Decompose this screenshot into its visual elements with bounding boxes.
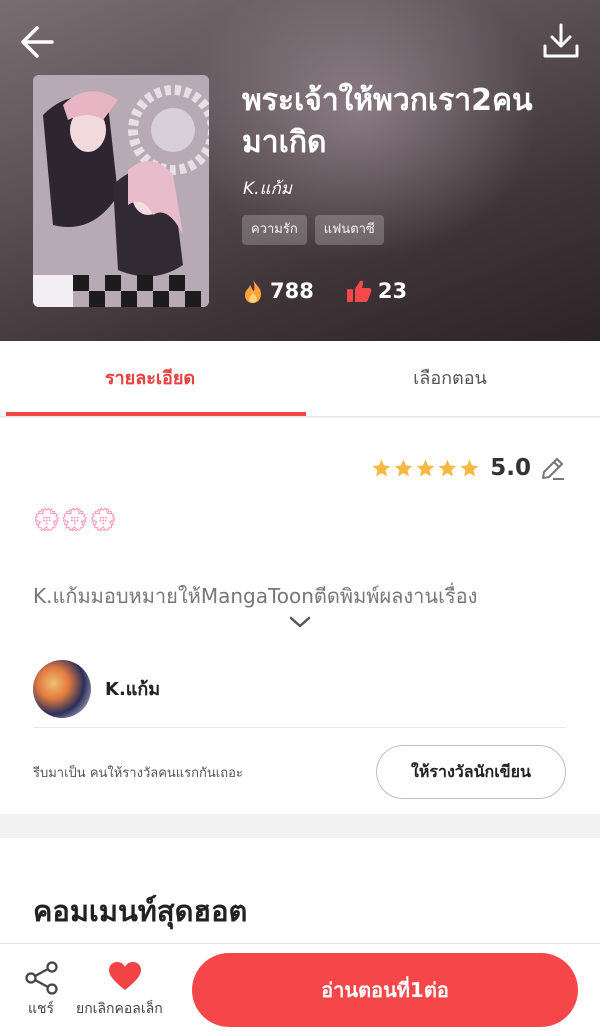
- fire-icon: [245, 279, 261, 303]
- continue-reading-button[interactable]: อ่านตอนที่1ต่อ: [192, 953, 578, 1027]
- rating: 5.0: [371, 454, 567, 482]
- download-button[interactable]: [540, 20, 582, 62]
- book-author[interactable]: K.แก้ม: [243, 175, 292, 202]
- author-row[interactable]: K.แก้ม: [33, 650, 566, 728]
- hot-comments-title: คอมเมนท์สุดฮอต: [33, 894, 248, 928]
- heart-icon: [109, 962, 141, 990]
- author-name[interactable]: K.แก้ม: [105, 674, 160, 703]
- share-label[interactable]: แชร์: [28, 998, 54, 1020]
- tag-list: ความรัก แฟนตาซี: [242, 215, 384, 245]
- reward-prompt-text: รีบมาเป็น คนให้รางวัลคนแรกกันเถอะ: [33, 765, 243, 781]
- tag-romance[interactable]: ความรัก: [242, 215, 307, 245]
- star-icon: [439, 459, 457, 476]
- flower-emojis: 💮💮💮: [33, 508, 119, 533]
- book-stats: 788 23: [242, 278, 439, 304]
- edit-pencil-icon[interactable]: [539, 454, 567, 482]
- author-avatar[interactable]: [33, 659, 91, 718]
- favorite-label[interactable]: ยกเลิกคอลเล็ก: [76, 998, 163, 1020]
- share-icon: [25, 961, 58, 995]
- tab-bar: รายละเอียด เลือกตอน: [0, 341, 600, 417]
- views-stat: 788: [242, 278, 314, 304]
- detail-panel: 5.0 💮💮💮 K.แก้มมอบหมายให้MangaToonตีดพิมพ…: [0, 418, 600, 814]
- book-description: K.แก้มมอบหมายให้MangaToonตีดพิมพ์ผลงานเร…: [33, 584, 478, 608]
- arrow-left-icon: [21, 26, 54, 58]
- bottom-action-bar: แชร์ ยกเลิกคอลเล็ก อ่านตอนที่1ต่อ: [0, 943, 600, 1033]
- book-header: พระเจ้าให้พวกเรา2คนมาเกิด K.แก้ม ความรัก…: [0, 0, 600, 341]
- star-icon: [417, 459, 435, 476]
- rating-stars: [371, 458, 480, 479]
- likes-stat: 23: [346, 279, 407, 303]
- tab-episodes[interactable]: เลือกตอน: [300, 341, 600, 416]
- thumbs-up-icon: [346, 280, 372, 302]
- share-button[interactable]: [24, 960, 60, 1000]
- book-cover[interactable]: [33, 75, 209, 307]
- tag-fantasy[interactable]: แฟนตาซี: [314, 215, 384, 245]
- hot-comments-section: คอมเมนท์สุดฮอต: [0, 838, 600, 944]
- expand-description-button[interactable]: [288, 614, 312, 633]
- chevron-down-icon: [289, 616, 311, 628]
- reward-author-button[interactable]: ให้รางวัลนักเขียน: [376, 745, 566, 799]
- favorite-button[interactable]: [107, 960, 143, 996]
- tab-details[interactable]: รายละเอียด: [0, 341, 306, 416]
- cover-art-image: [33, 75, 209, 307]
- likes-count: 23: [377, 279, 408, 303]
- book-title: พระเจ้าให้พวกเรา2คนมาเกิด: [242, 83, 533, 160]
- reward-row: รีบมาเป็น คนให้รางวัลคนแรกกันเถอะ ให้ราง…: [33, 745, 566, 799]
- download-icon: [543, 23, 579, 58]
- back-button[interactable]: [18, 22, 58, 62]
- star-icon: [461, 459, 479, 476]
- rating-value: 5.0: [490, 455, 531, 481]
- star-icon: [373, 459, 391, 476]
- views-count: 788: [270, 279, 314, 303]
- star-icon: [395, 459, 413, 476]
